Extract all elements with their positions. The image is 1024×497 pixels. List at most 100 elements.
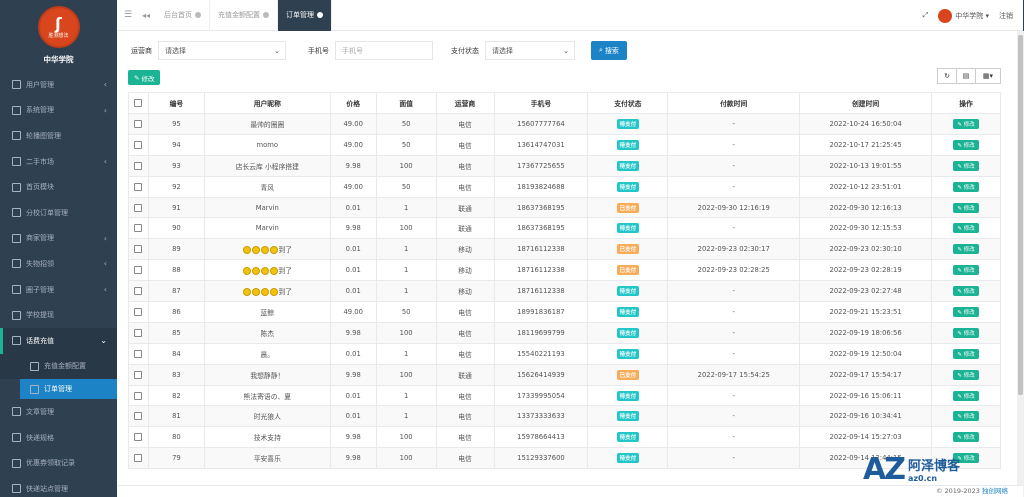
close-tab-icon[interactable] — [263, 12, 269, 18]
fullscreen-icon[interactable]: ⤢ — [923, 11, 929, 20]
table-row[interactable]: 82 熊法寄语の、夏 0.01 1 电信 17339995054 待支付 -2022-09-1… — [128, 384, 1001, 407]
select-all-checkbox[interactable] — [134, 99, 143, 107]
row-checkbox[interactable] — [134, 287, 143, 296]
sidebar-item[interactable]: 学校提现 — [0, 302, 117, 328]
row-edit-button[interactable]: ✎ 修改 — [953, 160, 979, 171]
row-edit-button[interactable]: ✎ 修改 — [953, 390, 979, 401]
table-row[interactable]: 94 momo 49.00 50 电信 13614747031 待支付 -2022-10-17… — [128, 133, 1001, 156]
table-row[interactable]: 81 时光狼人 0.01 1 电信 13373333633 待支付 -2022-09-16 1… — [128, 405, 1001, 428]
sidebar-item[interactable]: 首页模块 — [0, 174, 117, 200]
page-scrollbar[interactable] — [1017, 31, 1024, 497]
sidebar-item[interactable]: 快递规格 — [0, 425, 117, 451]
brand-logo[interactable]: ʃ 胜测想法 — [37, 6, 80, 48]
sidebar-item[interactable]: 系统管理 ‹ — [0, 98, 117, 124]
row-edit-button[interactable]: ✎ 修改 — [953, 223, 979, 234]
sidebar-item[interactable]: 商家管理 ‹ — [0, 226, 117, 252]
row-edit-button[interactable]: ✎ 修改 — [953, 118, 979, 129]
sidebar-item[interactable]: 优惠券领取记录 — [0, 450, 117, 476]
menu-toggle-icon[interactable]: ☰ — [120, 10, 136, 20]
row-edit-button[interactable]: ✎ 修改 — [953, 265, 979, 276]
signout-link[interactable]: 注销 — [999, 11, 1013, 21]
footer-link[interactable]: 独创网络 — [982, 487, 1008, 495]
row-edit-button[interactable]: ✎ 修改 — [953, 369, 979, 380]
row-edit-button[interactable]: ✎ 修改 — [953, 327, 979, 338]
edit-button[interactable]: ✎ 修改 — [128, 70, 161, 85]
close-tab-icon[interactable] — [317, 12, 323, 18]
nickname-text: 店长云库 小程序搭建 — [235, 162, 299, 171]
row-checkbox[interactable] — [134, 349, 143, 358]
col-id[interactable]: 编号 — [147, 92, 205, 114]
row-checkbox[interactable] — [134, 203, 143, 212]
row-checkbox[interactable] — [134, 224, 143, 233]
col-created[interactable]: 创建时间 — [799, 92, 933, 114]
sidebar-item[interactable]: 失物招领 ‹ — [0, 251, 117, 277]
columns-dropdown-icon[interactable]: ▦▾ — [975, 68, 1001, 84]
table-row[interactable]: 91 Marvin 0.01 1 联通 18637368195 已支付 2022-09-30 … — [128, 196, 1001, 219]
table-row[interactable]: 84 晨。 0.01 1 电信 15540221193 待支付 -2022-09-19 12:… — [128, 342, 1001, 365]
table-row[interactable]: 86 蓝鲸 49.00 50 电信 18991836187 待支付 -2022-09-21 1… — [128, 301, 1001, 323]
sidebar-subitem[interactable]: 订单管理 — [20, 379, 117, 400]
sidebar-item[interactable]: 话费充值 ⌄ — [0, 327, 117, 354]
close-tab-icon[interactable] — [195, 12, 201, 18]
toggle-view-icon[interactable]: ▤ — [956, 68, 976, 84]
row-edit-button[interactable]: ✎ 修改 — [953, 202, 979, 213]
row-checkbox[interactable] — [134, 307, 143, 316]
col-pay-time[interactable]: 付款时间 — [667, 92, 801, 114]
tab-recharge-config[interactable]: 充值金额配置 — [210, 0, 278, 31]
table-row[interactable]: 85 陈杰 9.98 100 电信 18119699799 待支付 -2022-09-19 1… — [128, 321, 1001, 344]
sidebar-item[interactable]: 圈子管理 ‹ — [0, 277, 117, 303]
table-row[interactable]: 87 到了 0.01 1 移动 18716112338 待支付 -2022-09-23 02:… — [128, 280, 1001, 303]
row-edit-button[interactable]: ✎ 修改 — [953, 348, 979, 359]
sidebar-item-label: 首页模块 — [26, 183, 54, 192]
row-checkbox[interactable] — [134, 182, 143, 191]
col-pay-status[interactable]: 支付状态 — [587, 92, 669, 114]
col-price[interactable]: 价格 — [329, 92, 377, 114]
row-checkbox[interactable] — [134, 454, 143, 463]
table-row[interactable]: 90 Marvin 9.98 100 联通 18637368195 待支付 -2022-09-… — [128, 217, 1001, 240]
table-row[interactable]: 92 青风 49.00 50 电信 18193824688 待支付 -2022-10-12 2… — [128, 175, 1001, 198]
sidebar-item[interactable]: 文章管理 — [0, 399, 117, 425]
row-checkbox[interactable] — [134, 412, 143, 421]
sidebar-item[interactable]: 用户管理 ‹ — [0, 72, 117, 98]
row-edit-button[interactable]: ✎ 修改 — [953, 244, 979, 255]
table-row[interactable]: 95 最帅的圈圈 49.00 50 电信 15607777764 待支付 -2022-10-2… — [128, 113, 1001, 135]
row-checkbox[interactable] — [134, 328, 143, 337]
table-row[interactable]: 88 到了 0.01 1 移动 18716112338 已支付 2022-09-23 02:2… — [128, 259, 1001, 282]
operator-select[interactable]: 请选择 ⌄ — [158, 41, 286, 60]
row-checkbox[interactable] — [134, 266, 143, 275]
sidebar-item[interactable]: 二手市场 ‹ — [0, 149, 117, 175]
table-row[interactable]: 83 我想静静！ 9.98 100 联通 15626414939 已支付 2022-09-17… — [128, 363, 1001, 386]
refresh-icon[interactable]: ↻ — [937, 68, 957, 84]
table-row[interactable]: 93 店长云库 小程序搭建 9.98 100 电信 17367725655 待支付 -2022… — [128, 154, 1001, 177]
row-checkbox[interactable] — [134, 433, 143, 442]
row-checkbox[interactable] — [134, 161, 143, 170]
sidebar-item[interactable]: 轮播图管理 — [0, 123, 117, 149]
user-menu[interactable]: 中华学院 ▾ — [938, 8, 989, 23]
row-edit-button[interactable]: ✎ 修改 — [953, 181, 979, 192]
row-checkbox[interactable] — [134, 140, 143, 149]
search-button[interactable]: ⌕ 搜索 — [591, 41, 627, 60]
tab-order-management[interactable]: 订单管理 — [278, 0, 332, 31]
row-edit-button[interactable]: ✎ 修改 — [953, 432, 979, 443]
col-nickname[interactable]: 用户昵称 — [203, 92, 331, 114]
row-edit-button[interactable]: ✎ 修改 — [953, 286, 979, 297]
row-checkbox[interactable] — [134, 391, 143, 400]
col-face-value[interactable]: 面值 — [375, 92, 437, 114]
row-edit-button[interactable]: ✎ 修改 — [953, 306, 979, 317]
row-edit-button[interactable]: ✎ 修改 — [953, 139, 979, 150]
row-checkbox[interactable] — [134, 370, 143, 379]
row-checkbox[interactable] — [134, 245, 143, 254]
col-phone[interactable]: 手机号 — [493, 92, 589, 114]
col-carrier[interactable]: 运营商 — [435, 92, 495, 114]
phone-input[interactable]: 手机号 — [335, 41, 433, 60]
scrollbar-thumb[interactable] — [1018, 35, 1023, 395]
row-checkbox[interactable] — [134, 119, 143, 128]
pay-status-select[interactable]: 请选择 ⌄ — [485, 41, 575, 60]
sidebar-subitem[interactable]: 充值金额配置 — [0, 353, 117, 380]
tab-scroll-left-icon[interactable]: ◂◂ — [136, 11, 156, 20]
row-edit-button[interactable]: ✎ 修改 — [953, 411, 979, 422]
sidebar-item[interactable]: 分校订单管理 — [0, 200, 117, 226]
table-row[interactable]: 89 到了 0.01 1 移动 18716112338 已支付 2022-09-23 02:3… — [128, 238, 1001, 261]
sidebar-item[interactable]: 快递站点管理 — [0, 476, 117, 497]
tab-home[interactable]: 后台首页 — [156, 0, 210, 31]
